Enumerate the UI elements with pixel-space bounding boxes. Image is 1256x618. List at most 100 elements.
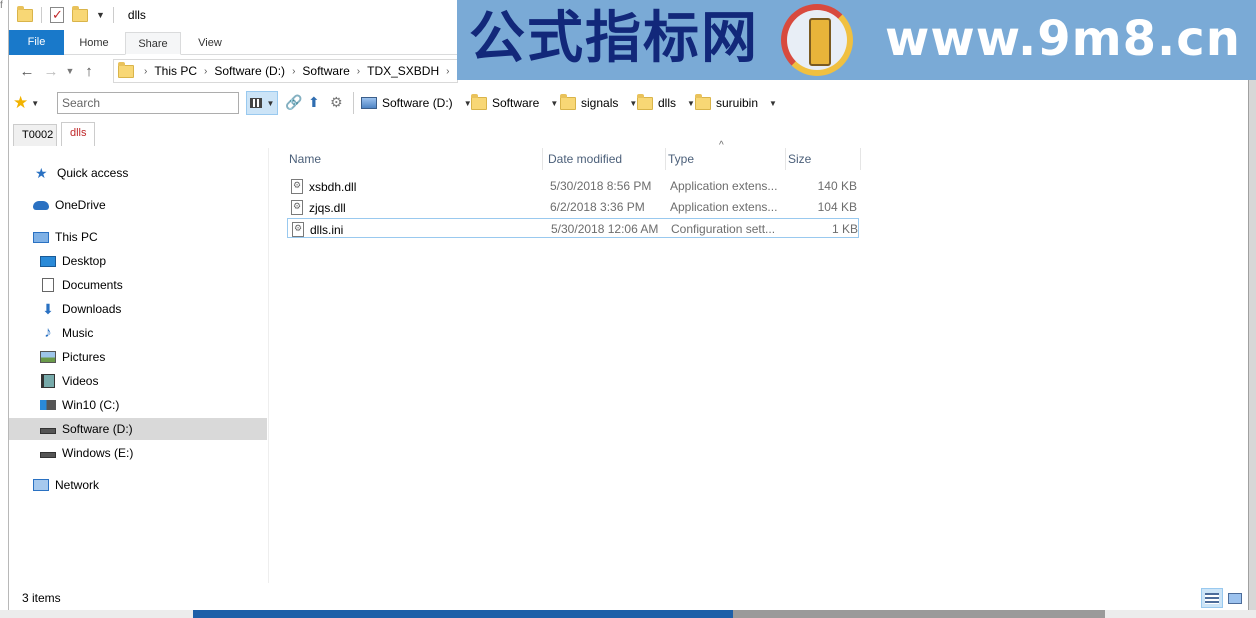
folder-icon (118, 61, 134, 78)
up-folder-icon[interactable]: ⬆ (308, 94, 320, 111)
breadcrumb-software[interactable]: Software (299, 64, 352, 78)
nav-item-win10-c[interactable]: Win10 (C:) (9, 394, 267, 416)
folder-icon (637, 93, 653, 110)
nav-item-onedrive[interactable]: OneDrive (9, 194, 267, 216)
chevron-right-icon[interactable]: › (200, 66, 211, 77)
nav-item-label: Network (55, 478, 100, 492)
nav-item-desktop[interactable]: Desktop (9, 250, 267, 272)
recent-locations-icon[interactable]: ▼ (63, 66, 77, 76)
nav-item-label: Win10 (C:) (62, 398, 120, 412)
details-view-icon (1205, 592, 1219, 604)
nav-item-downloads[interactable]: ⬇ Downloads (9, 298, 267, 320)
nav-item-software-d[interactable]: Software (D:) (9, 418, 267, 440)
tab-view[interactable]: View (189, 32, 231, 55)
window-title: dlls (127, 8, 146, 22)
up-arrow-icon[interactable]: ↑ (77, 63, 101, 80)
nav-item-label: Quick access (57, 166, 129, 180)
column-header-name[interactable]: Name (287, 148, 543, 170)
view-mode-button[interactable]: ▼ (246, 91, 278, 115)
folder-tab-dlls[interactable]: dlls (61, 122, 95, 146)
chevron-right-icon[interactable]: › (353, 66, 364, 77)
watermark-chinese-text: 公式指标网 (469, 6, 759, 71)
nav-item-label: Documents (62, 278, 123, 292)
chevron-right-icon[interactable]: › (442, 66, 453, 77)
nav-item-pictures[interactable]: Pictures (9, 346, 267, 368)
search-input[interactable]: Search (57, 92, 239, 114)
column-header-size[interactable]: Size (786, 148, 861, 170)
secondary-toolbar: ★ ▼ Search ▼ 🔗 ⬆ ⚙ Software (D:) ▼ Softw… (9, 88, 1248, 118)
chevron-down-icon[interactable]: ▼ (550, 99, 558, 108)
breadcrumb-tdx-sxbdh[interactable]: TDX_SXBDH (364, 64, 442, 78)
new-folder-icon[interactable] (72, 5, 88, 22)
file-name: xsbdh.dll (309, 179, 357, 194)
chevron-down-icon[interactable]: ▼ (31, 99, 39, 108)
file-row[interactable]: xsbdh.dll 5/30/2018 8:56 PM Application … (287, 176, 859, 196)
chevron-down-icon[interactable]: ▼ (769, 99, 777, 108)
file-type: Application extens... (670, 200, 778, 214)
file-type: Application extens... (670, 179, 778, 193)
toolbar-crumb-drive[interactable]: Software (D:) ▼ (361, 92, 472, 114)
file-size: 140 KB (817, 179, 857, 193)
tab-file[interactable]: File (9, 30, 64, 55)
large-icons-view-icon (1228, 592, 1242, 604)
nav-item-windows-e[interactable]: Windows (E:) (9, 442, 267, 464)
breadcrumb-this-pc[interactable]: This PC (151, 64, 200, 78)
chevron-right-icon[interactable]: › (140, 66, 151, 77)
grid-view-icon (249, 98, 262, 108)
toolbar-crumb-suruibin[interactable]: suruibin ▼ (695, 92, 777, 114)
explorer-window: ▼ dlls File Home Share View ← → ▼ ↑ › Th… (8, 0, 1248, 610)
nav-item-documents[interactable]: Documents (9, 274, 267, 296)
watermark-logo-icon (781, 4, 853, 76)
nav-item-this-pc[interactable]: This PC (9, 226, 267, 248)
address-bar[interactable]: › This PC › Software (D:) › Software › T… (113, 59, 458, 83)
chevron-right-icon[interactable]: › (288, 66, 299, 77)
desktop-icon (40, 255, 56, 267)
file-row[interactable]: zjqs.dll 6/2/2018 3:36 PM Application ex… (287, 197, 859, 217)
nav-item-network[interactable]: Network (9, 474, 267, 496)
music-icon: ♪ (44, 324, 52, 341)
toolbar-crumb-label: Software (492, 96, 540, 110)
file-row[interactable]: dlls.ini 5/30/2018 12:06 AM Configuratio… (287, 218, 859, 238)
column-header-type[interactable]: Type (666, 148, 786, 170)
folder-tab-t0002[interactable]: T0002 (13, 124, 57, 146)
toolbar-crumb-dlls[interactable]: dlls ▼ (637, 92, 695, 114)
star-icon: ★ (35, 165, 48, 181)
column-header-date-modified[interactable]: Date modified (546, 148, 666, 170)
nav-item-label: Music (62, 326, 94, 340)
status-bar: 3 items (9, 588, 1248, 610)
chevron-down-icon[interactable]: ▼ (687, 99, 695, 108)
file-name-cell: zjqs.dll (291, 200, 346, 215)
favorites-star-icon[interactable]: ★ (13, 93, 28, 113)
nav-item-quick-access[interactable]: ★ Quick access (9, 162, 267, 184)
nav-item-music[interactable]: ♪ Music (9, 322, 267, 344)
link-icon[interactable]: 🔗 (285, 94, 302, 111)
file-date: 5/30/2018 8:56 PM (550, 179, 652, 193)
tab-share[interactable]: Share (125, 32, 181, 55)
properties-icon[interactable] (50, 7, 64, 23)
dll-file-icon (291, 179, 303, 194)
back-arrow-icon[interactable]: ← (15, 63, 39, 80)
videos-icon (41, 374, 55, 388)
nav-item-label: Downloads (62, 302, 122, 316)
customize-toolbar-icon[interactable]: ▼ (96, 10, 105, 20)
file-type: Configuration sett... (671, 222, 776, 236)
details-view-button[interactable] (1201, 588, 1223, 608)
cloud-icon (33, 200, 49, 210)
edge-mark: f (0, 0, 3, 11)
folder-tabs: T0002 dlls (9, 120, 1248, 146)
item-count: 3 items (22, 591, 61, 605)
large-icons-view-button[interactable] (1224, 588, 1246, 608)
folder-icon (17, 5, 33, 22)
nav-item-videos[interactable]: Videos (9, 370, 267, 392)
forward-arrow-icon[interactable]: → (39, 63, 63, 80)
watermark-url-text: www.9m8.cn (885, 11, 1241, 67)
toolbar-crumb-software[interactable]: Software ▼ (471, 92, 558, 114)
breadcrumb-software-drive[interactable]: Software (D:) (211, 64, 288, 78)
settings-gear-icon[interactable]: ⚙ (330, 94, 343, 111)
file-name-cell: xsbdh.dll (291, 179, 356, 194)
drive-icon (40, 452, 56, 458)
folder-icon (471, 93, 487, 110)
toolbar-crumb-signals[interactable]: signals ▼ (560, 92, 637, 114)
config-file-icon (292, 222, 304, 237)
tab-home[interactable]: Home (71, 32, 117, 55)
